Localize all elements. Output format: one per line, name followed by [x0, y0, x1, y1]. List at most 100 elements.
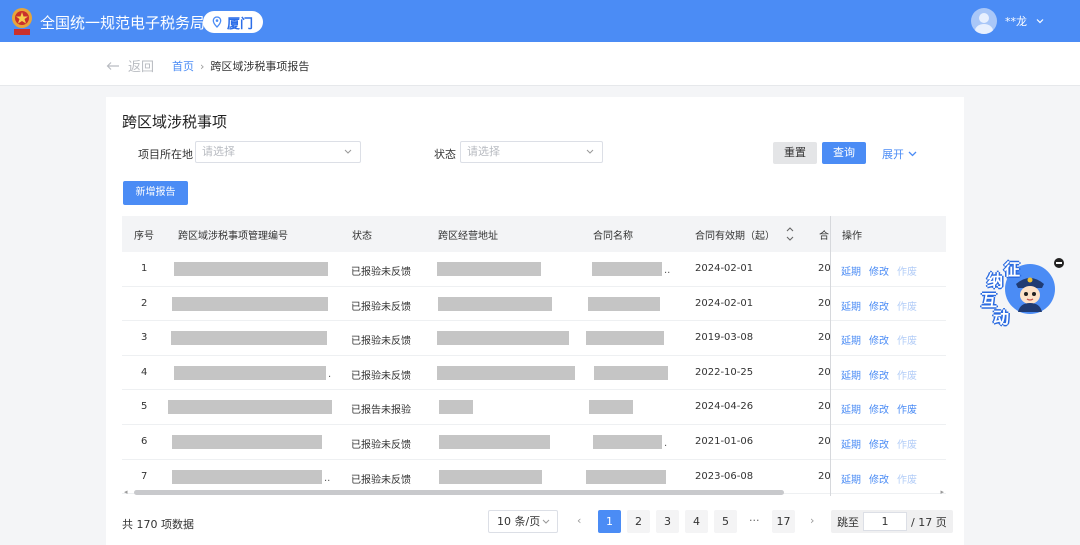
city-name: 厦门	[227, 16, 254, 32]
scrollbar-thumb[interactable]	[134, 490, 784, 495]
extend-button[interactable]: 延期	[841, 436, 861, 451]
chevron-down-icon	[586, 149, 594, 154]
chevron-down-icon	[1036, 19, 1044, 24]
page-3[interactable]: 3	[656, 510, 679, 533]
void-button[interactable]: 作废	[897, 436, 917, 451]
extend-button[interactable]: 延期	[841, 263, 861, 278]
table-header: 序号 跨区域涉税事项管理编号 状态 跨区经营地址 合同名称 合同有效期（起） 合…	[122, 216, 946, 252]
redacted-address	[437, 331, 569, 346]
page-5[interactable]: 5	[714, 510, 737, 533]
location-select[interactable]: 请选择	[195, 141, 361, 163]
extend-button[interactable]: 延期	[841, 401, 861, 416]
jump-page-input[interactable]: 1	[863, 512, 907, 531]
site-title: 全国统一规范电子税务局	[40, 14, 206, 32]
modify-button[interactable]: 修改	[869, 367, 889, 382]
back-label: 返回	[128, 60, 155, 75]
page-1[interactable]: 1	[598, 510, 621, 533]
th-status: 状态	[352, 231, 372, 242]
jump-suffix: / 17 页	[911, 515, 947, 529]
redacted-mgmt-no	[172, 469, 322, 484]
chevron-down-icon	[542, 519, 550, 524]
extend-button[interactable]: 延期	[841, 298, 861, 313]
query-button[interactable]: 查询	[822, 142, 866, 164]
total-count: 共 170 项数据	[122, 518, 194, 531]
row-index: 2	[141, 297, 148, 309]
prev-page-button[interactable]: ‹	[577, 514, 581, 527]
expand-toggle[interactable]: 展开	[882, 146, 917, 162]
breadcrumb-separator: ›	[200, 59, 205, 73]
redacted-address	[439, 435, 550, 449]
close-icon[interactable]	[1054, 258, 1064, 268]
extend-button[interactable]: 延期	[841, 367, 861, 382]
breadcrumb-current: 跨区域涉税事项报告	[210, 60, 310, 73]
table-row: 3 已报验未反馈 2019-03-08 20 延期 修改 作废	[122, 321, 946, 356]
modify-button[interactable]: 修改	[869, 332, 889, 347]
reset-button[interactable]: 重置	[773, 142, 817, 164]
redacted-contract-name	[586, 469, 666, 484]
th-contract-name: 合同名称	[593, 231, 633, 242]
redacted-address	[437, 365, 575, 380]
contract-name-ellipsis: ..	[664, 265, 671, 276]
void-button[interactable]: 作废	[897, 263, 917, 278]
modify-button[interactable]: 修改	[869, 401, 889, 416]
extend-button[interactable]: 延期	[841, 332, 861, 347]
row-contract-end: 20	[818, 436, 831, 447]
row-status: 已报验未反馈	[351, 267, 411, 278]
page-ellipsis[interactable]: ···	[749, 514, 760, 527]
th-contract-end: 合	[819, 231, 829, 242]
scroll-left-icon[interactable]: ◂	[124, 488, 128, 496]
sort-icon[interactable]	[786, 225, 794, 243]
modify-button[interactable]: 修改	[869, 436, 889, 451]
table-row: 2 已报验未反馈 2024-02-01 20 延期 修改 作废	[122, 286, 946, 322]
page-last[interactable]: 17	[772, 510, 795, 533]
modify-button[interactable]: 修改	[869, 263, 889, 278]
th-index: 序号	[134, 231, 154, 242]
location-select-placeholder: 请选择	[202, 145, 235, 158]
row-index: 5	[141, 401, 148, 413]
scroll-right-icon[interactable]: ▸	[940, 488, 944, 496]
horizontal-scrollbar[interactable]: ◂ ▸	[122, 488, 946, 496]
interaction-widget[interactable]: 征 纳 互 动	[978, 254, 1064, 327]
redacted-address	[437, 262, 541, 276]
void-button[interactable]: 作废	[897, 471, 917, 486]
row-status: 已报告未报验	[351, 405, 411, 417]
row-contract-start: 2021-01-06	[695, 436, 754, 447]
redacted-mgmt-no	[172, 296, 328, 311]
redacted-mgmt-no	[168, 400, 332, 415]
row-contract-end: 20	[818, 297, 831, 309]
tax-emblem-icon	[12, 8, 32, 35]
void-button[interactable]: 作废	[897, 298, 917, 313]
page-jumper: 跳至 1 / 17 页	[831, 510, 953, 533]
row-contract-end: 20	[818, 366, 831, 378]
void-button[interactable]: 作废	[897, 332, 917, 347]
next-page-button[interactable]: ›	[810, 514, 814, 527]
th-contract-start: 合同有效期（起）	[695, 231, 775, 242]
city-selector[interactable]: 厦门	[203, 11, 264, 33]
breadcrumb-home[interactable]: 首页	[172, 58, 194, 74]
table-row: 5 已报告未报验 2024-04-26 20 延期 修改 作废	[122, 390, 946, 425]
arrow-left-icon	[106, 61, 119, 70]
void-button[interactable]: 作废	[897, 401, 917, 416]
row-status: 已报验未反馈	[351, 301, 411, 313]
modify-button[interactable]: 修改	[869, 471, 889, 486]
add-report-button[interactable]: 新增报告	[123, 181, 188, 205]
void-button[interactable]: 作废	[897, 367, 917, 382]
row-contract-start: 2022-10-25	[695, 366, 754, 378]
redacted-contract-name	[588, 296, 660, 311]
modify-button[interactable]: 修改	[869, 298, 889, 313]
page-title: 跨区域涉税事项	[122, 113, 228, 131]
extend-button[interactable]: 延期	[841, 471, 861, 486]
avatar	[971, 8, 997, 34]
top-bar: 全国统一规范电子税务局 厦门 **龙	[0, 0, 1080, 42]
page-4[interactable]: 4	[685, 510, 708, 533]
mgmt-no-ellipsis: ..	[324, 472, 331, 484]
page-size-select[interactable]: 10 条/页	[488, 510, 558, 533]
mgmt-no-ellipsis: .	[328, 368, 332, 380]
page-2[interactable]: 2	[627, 510, 650, 533]
redacted-address	[438, 296, 552, 311]
row-status: 已报验未反馈	[351, 370, 411, 382]
user-menu[interactable]: **龙	[971, 8, 1044, 34]
status-select[interactable]: 请选择	[460, 141, 603, 163]
jump-label: 跳至	[837, 515, 859, 529]
back-button[interactable]: 返回	[106, 56, 154, 75]
